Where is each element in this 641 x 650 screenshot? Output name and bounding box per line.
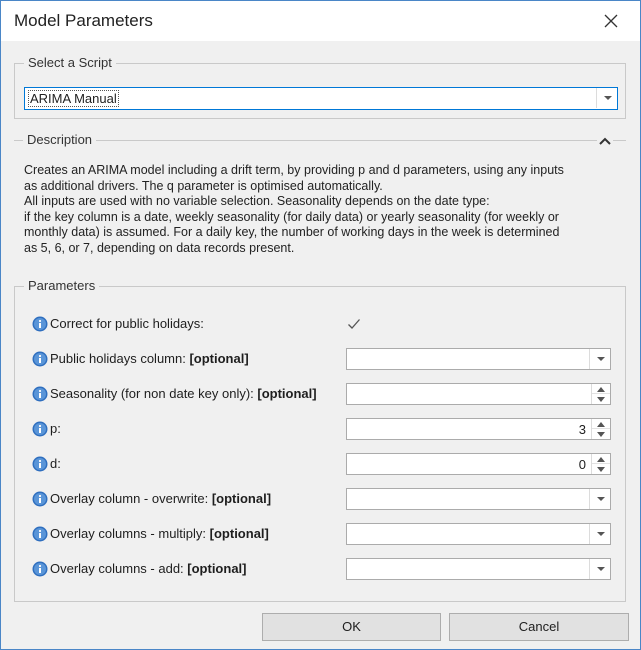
param-label: Correct for public holidays: bbox=[50, 316, 204, 331]
overlay-add-select[interactable] bbox=[346, 558, 611, 580]
close-button[interactable] bbox=[597, 7, 625, 35]
p-spinner[interactable]: 3 bbox=[346, 418, 611, 440]
param-label: p: bbox=[50, 421, 61, 436]
description-line: as 5, 6, or 7, depending on data records… bbox=[24, 240, 295, 255]
script-dropdown-button[interactable] bbox=[596, 88, 617, 108]
seasonality-spinner[interactable] bbox=[346, 383, 611, 405]
info-icon[interactable] bbox=[32, 561, 48, 577]
optional-tag: [optional] bbox=[189, 351, 249, 366]
p-value: 3 bbox=[578, 422, 586, 437]
info-icon[interactable] bbox=[32, 316, 48, 332]
info-icon[interactable] bbox=[32, 386, 48, 402]
check-icon bbox=[348, 319, 360, 329]
script-select[interactable]: ARIMA Manual bbox=[24, 87, 618, 110]
public-holidays-column-select[interactable] bbox=[346, 348, 611, 370]
param-label: Overlay columns - add: [optional] bbox=[50, 561, 247, 576]
info-icon[interactable] bbox=[32, 526, 48, 542]
param-label: Overlay column - overwrite: [optional] bbox=[50, 491, 272, 506]
chevron-down-icon bbox=[597, 357, 605, 361]
optional-tag: [optional] bbox=[257, 386, 317, 401]
dropdown-button[interactable] bbox=[589, 349, 610, 369]
description-text: Creates an ARIMA model including a drift… bbox=[24, 163, 624, 257]
cancel-button[interactable]: Cancel bbox=[449, 613, 629, 641]
dropdown-button[interactable] bbox=[589, 559, 610, 579]
spin-up-button[interactable] bbox=[592, 454, 610, 464]
chevron-down-icon bbox=[597, 532, 605, 536]
description-line: Creates an ARIMA model including a drift… bbox=[24, 163, 564, 177]
optional-tag: [optional] bbox=[209, 526, 269, 541]
info-icon[interactable] bbox=[32, 456, 48, 472]
d-value: 0 bbox=[578, 457, 586, 472]
info-icon[interactable] bbox=[32, 421, 48, 437]
param-label: Overlay columns - multiply: [optional] bbox=[50, 526, 269, 541]
spin-up-icon bbox=[597, 422, 605, 427]
spin-up-button[interactable] bbox=[592, 384, 610, 394]
description-line: All inputs are used with no variable sel… bbox=[24, 194, 490, 209]
param-label: d: bbox=[50, 456, 61, 471]
param-label: Seasonality (for non date key only): [op… bbox=[50, 386, 317, 401]
title-bar: Model Parameters bbox=[1, 1, 640, 41]
description-line: if the key column is a date, weekly seas… bbox=[24, 209, 559, 224]
d-spinner[interactable]: 0 bbox=[346, 453, 611, 475]
overlay-multiply-select[interactable] bbox=[346, 523, 611, 545]
collapse-description-button[interactable] bbox=[597, 134, 613, 148]
overlay-overwrite-select[interactable] bbox=[346, 488, 611, 510]
description-line: as additional drivers. The q parameter i… bbox=[24, 178, 383, 193]
chevron-down-icon bbox=[597, 567, 605, 571]
window-title: Model Parameters bbox=[14, 11, 153, 30]
ok-button[interactable]: OK bbox=[262, 613, 441, 641]
script-select-value: ARIMA Manual bbox=[28, 90, 119, 107]
info-icon[interactable] bbox=[32, 351, 48, 367]
spin-down-icon bbox=[597, 432, 605, 437]
spin-down-button[interactable] bbox=[592, 464, 610, 474]
spin-up-icon bbox=[597, 457, 605, 462]
description-line: monthly data) is assumed. For a daily ke… bbox=[24, 225, 560, 240]
spin-up-icon bbox=[597, 387, 605, 392]
param-label: Public holidays column: [optional] bbox=[50, 351, 249, 366]
optional-tag: [optional] bbox=[187, 561, 247, 576]
spin-down-icon bbox=[597, 397, 605, 402]
optional-tag: [optional] bbox=[211, 491, 272, 506]
select-script-legend: Select a Script bbox=[24, 55, 116, 71]
info-icon[interactable] bbox=[32, 491, 48, 507]
dropdown-button[interactable] bbox=[589, 489, 610, 509]
spin-down-button[interactable] bbox=[592, 394, 610, 404]
spin-down-button[interactable] bbox=[592, 429, 610, 439]
description-legend: Description bbox=[23, 132, 97, 148]
parameters-group: Parameters bbox=[14, 278, 626, 602]
spin-up-button[interactable] bbox=[592, 419, 610, 429]
chevron-down-icon bbox=[604, 96, 612, 100]
close-icon bbox=[604, 14, 618, 28]
parameters-legend: Parameters bbox=[24, 278, 100, 294]
chevron-down-icon bbox=[597, 497, 605, 501]
public-holidays-checkbox[interactable] bbox=[346, 316, 362, 332]
spin-down-icon bbox=[597, 467, 605, 472]
chevron-up-icon bbox=[599, 137, 611, 145]
dropdown-button[interactable] bbox=[589, 524, 610, 544]
